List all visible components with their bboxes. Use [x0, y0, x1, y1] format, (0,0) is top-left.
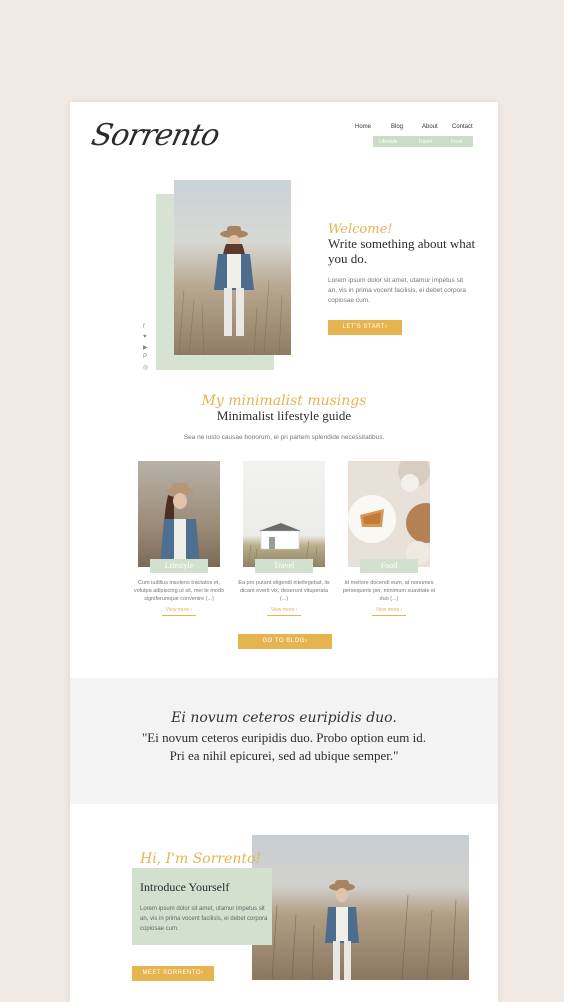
intro-script-heading: Hi, I'm Sorrento!	[140, 851, 262, 867]
blog-submenu: Lifestyle Travel Food	[373, 136, 473, 147]
food-photo	[348, 461, 430, 567]
twitter-icon[interactable]: ♥	[143, 334, 147, 340]
travel-photo	[243, 461, 325, 567]
card-text-food: Id meliore docendi eum, at nonumes perse…	[342, 580, 436, 602]
view-more-travel-link[interactable]: View more ›	[267, 607, 301, 616]
view-more-food-link[interactable]: View more ›	[372, 607, 406, 616]
card-text-lifestyle: Cum iudilius insolens tractatos et, volu…	[133, 580, 225, 602]
nav-home[interactable]: Home	[355, 124, 371, 130]
submenu-food[interactable]: Food	[451, 139, 462, 145]
nav-about[interactable]: About	[422, 124, 438, 130]
pinterest-icon[interactable]: P	[143, 354, 147, 360]
intro-title: Introduce Yourself	[140, 880, 230, 894]
view-more-lifestyle-link[interactable]: View more ›	[162, 607, 196, 616]
quote-script-heading: Ei novum ceteros euripidis duo.	[171, 710, 397, 726]
card-label-lifestyle: Lifestyle	[150, 559, 208, 573]
submenu-travel[interactable]: Travel	[418, 139, 432, 145]
quote-text: "Ei novum ceteros euripidis duo. Probo o…	[70, 729, 498, 765]
youtube-icon[interactable]: ▶	[143, 344, 148, 351]
lifestyle-photo	[138, 461, 220, 567]
hero-script-heading: Welcome!	[328, 222, 393, 237]
guide-subtitle: Sea ne iusto causae bonorum, ei pri part…	[183, 434, 385, 441]
nav-contact[interactable]: Contact	[452, 124, 473, 130]
quote-line-1: "Ei novum ceteros euripidis duo. Probo o…	[141, 730, 427, 745]
go-to-blog-button[interactable]: GO TO BLOG›	[238, 634, 332, 649]
nav-blog[interactable]: Blog	[391, 124, 403, 130]
card-label-travel: Travel	[255, 559, 313, 573]
site-logo[interactable]: Sorrento	[88, 118, 222, 153]
facebook-icon[interactable]: f	[143, 324, 145, 330]
submenu-lifestyle[interactable]: Lifestyle	[379, 139, 397, 145]
guide-script-heading: My minimalist musings	[201, 393, 367, 409]
hero-text: Lorem ipsum dolor sit amet, utamur impet…	[328, 277, 467, 304]
card-text-travel: Ea pro putant eligendi intellegebat, iis…	[238, 580, 330, 602]
instagram-icon[interactable]: ◎	[143, 364, 148, 371]
lets-start-button[interactable]: LET'S START›	[328, 320, 402, 335]
meet-sorrento-button[interactable]: MEET SORRENTO›	[132, 966, 214, 981]
hero-photo	[174, 180, 291, 355]
quote-line-2: Pri ea nihil epicurei, sed ad ubique sem…	[169, 748, 399, 763]
card-label-food: Food	[360, 559, 418, 573]
intro-text: Lorem ipsum dolor sit amet, utamur impet…	[140, 906, 268, 932]
hero-title: Write something about what you do.	[328, 236, 476, 266]
guide-title: Minimalist lifestyle guide	[216, 408, 352, 423]
website-template-preview: Sorrento Home Blog About Contact Lifesty…	[70, 102, 498, 1002]
intro-photo	[252, 835, 469, 980]
